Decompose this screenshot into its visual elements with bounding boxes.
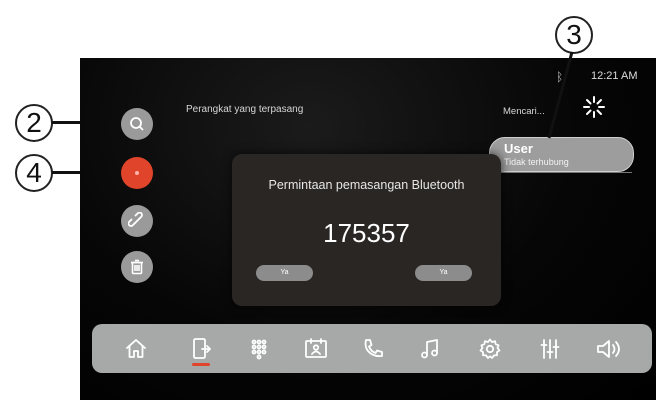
callout-3-leader: [547, 51, 574, 139]
